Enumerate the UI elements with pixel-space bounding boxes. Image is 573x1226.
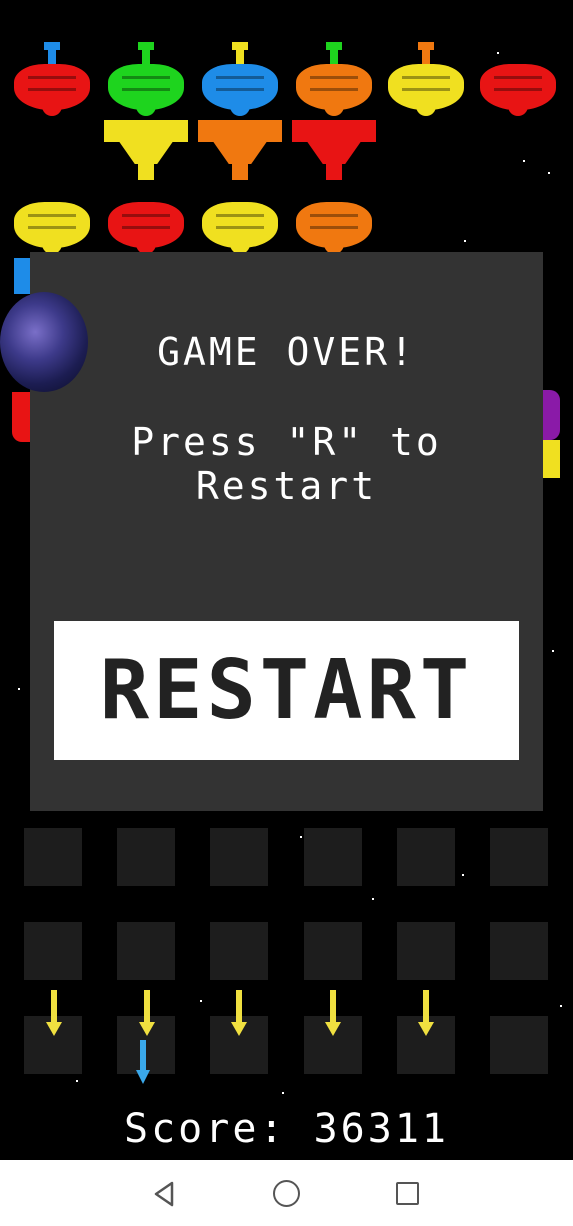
enemy-spinner-orange [292, 180, 376, 262]
enemy-spinner-yellow [10, 180, 94, 262]
game-canvas: GAME OVER! Press "R" to Restart RESTART … [0, 0, 573, 1160]
star [282, 1092, 284, 1094]
star [372, 898, 374, 900]
enemy-partial-yellow [540, 440, 560, 478]
back-triangle-icon[interactable] [152, 1181, 176, 1207]
star [523, 160, 525, 162]
enemy-spinner-green [104, 42, 188, 124]
bunker-cell [304, 922, 362, 980]
player-shot-arrow-icon [136, 1040, 150, 1086]
enemy-bullet-arrow-icon [325, 990, 341, 1040]
enemy-spike-orange [198, 120, 282, 182]
bunker-cell [397, 922, 455, 980]
bunker-cell [397, 828, 455, 886]
home-circle-icon[interactable] [273, 1180, 300, 1207]
star [76, 1080, 78, 1082]
bunker-cell [490, 828, 548, 886]
enemy-spinner-red [104, 180, 188, 262]
star [300, 836, 302, 838]
enemy-spinner-blue [198, 42, 282, 124]
enemy-bullet-arrow-icon [46, 990, 62, 1040]
star [464, 240, 466, 242]
enemy-spinner-yellow [198, 180, 282, 262]
enemy-bullet-arrow-icon [231, 990, 247, 1040]
restart-button[interactable]: RESTART [54, 621, 519, 760]
star [552, 650, 554, 652]
enemy-partial-purple [540, 390, 560, 440]
bunker-cell [117, 922, 175, 980]
bunker-cell [490, 1016, 548, 1074]
enemy-spike-yellow [104, 120, 188, 182]
enemy-spinner-yellow [384, 42, 468, 124]
star [462, 874, 464, 876]
enemy-spinner-red [10, 42, 94, 124]
star [548, 172, 550, 174]
bunker-cell [210, 922, 268, 980]
bunker-cell [24, 828, 82, 886]
bunker-cell [490, 922, 548, 980]
bunker-cell [24, 922, 82, 980]
star [200, 1000, 202, 1002]
restart-hint: Press "R" to Restart [131, 420, 442, 508]
star [18, 688, 20, 690]
enemy-partial-blue [14, 258, 30, 294]
enemy-spinner-orange [292, 42, 376, 124]
enemy-bullet-arrow-icon [139, 990, 155, 1040]
enemy-spinner-red [476, 42, 560, 124]
star [560, 1005, 562, 1007]
recent-square-icon[interactable] [396, 1182, 419, 1205]
game-over-title: GAME OVER! [157, 330, 416, 374]
score-label: Score: 36311 [124, 1106, 449, 1152]
enemy-bullet-arrow-icon [418, 990, 434, 1040]
enemy-spike-red [292, 120, 376, 182]
bunker-cell [117, 828, 175, 886]
bunker-cell [304, 828, 362, 886]
bunker-cell [210, 828, 268, 886]
